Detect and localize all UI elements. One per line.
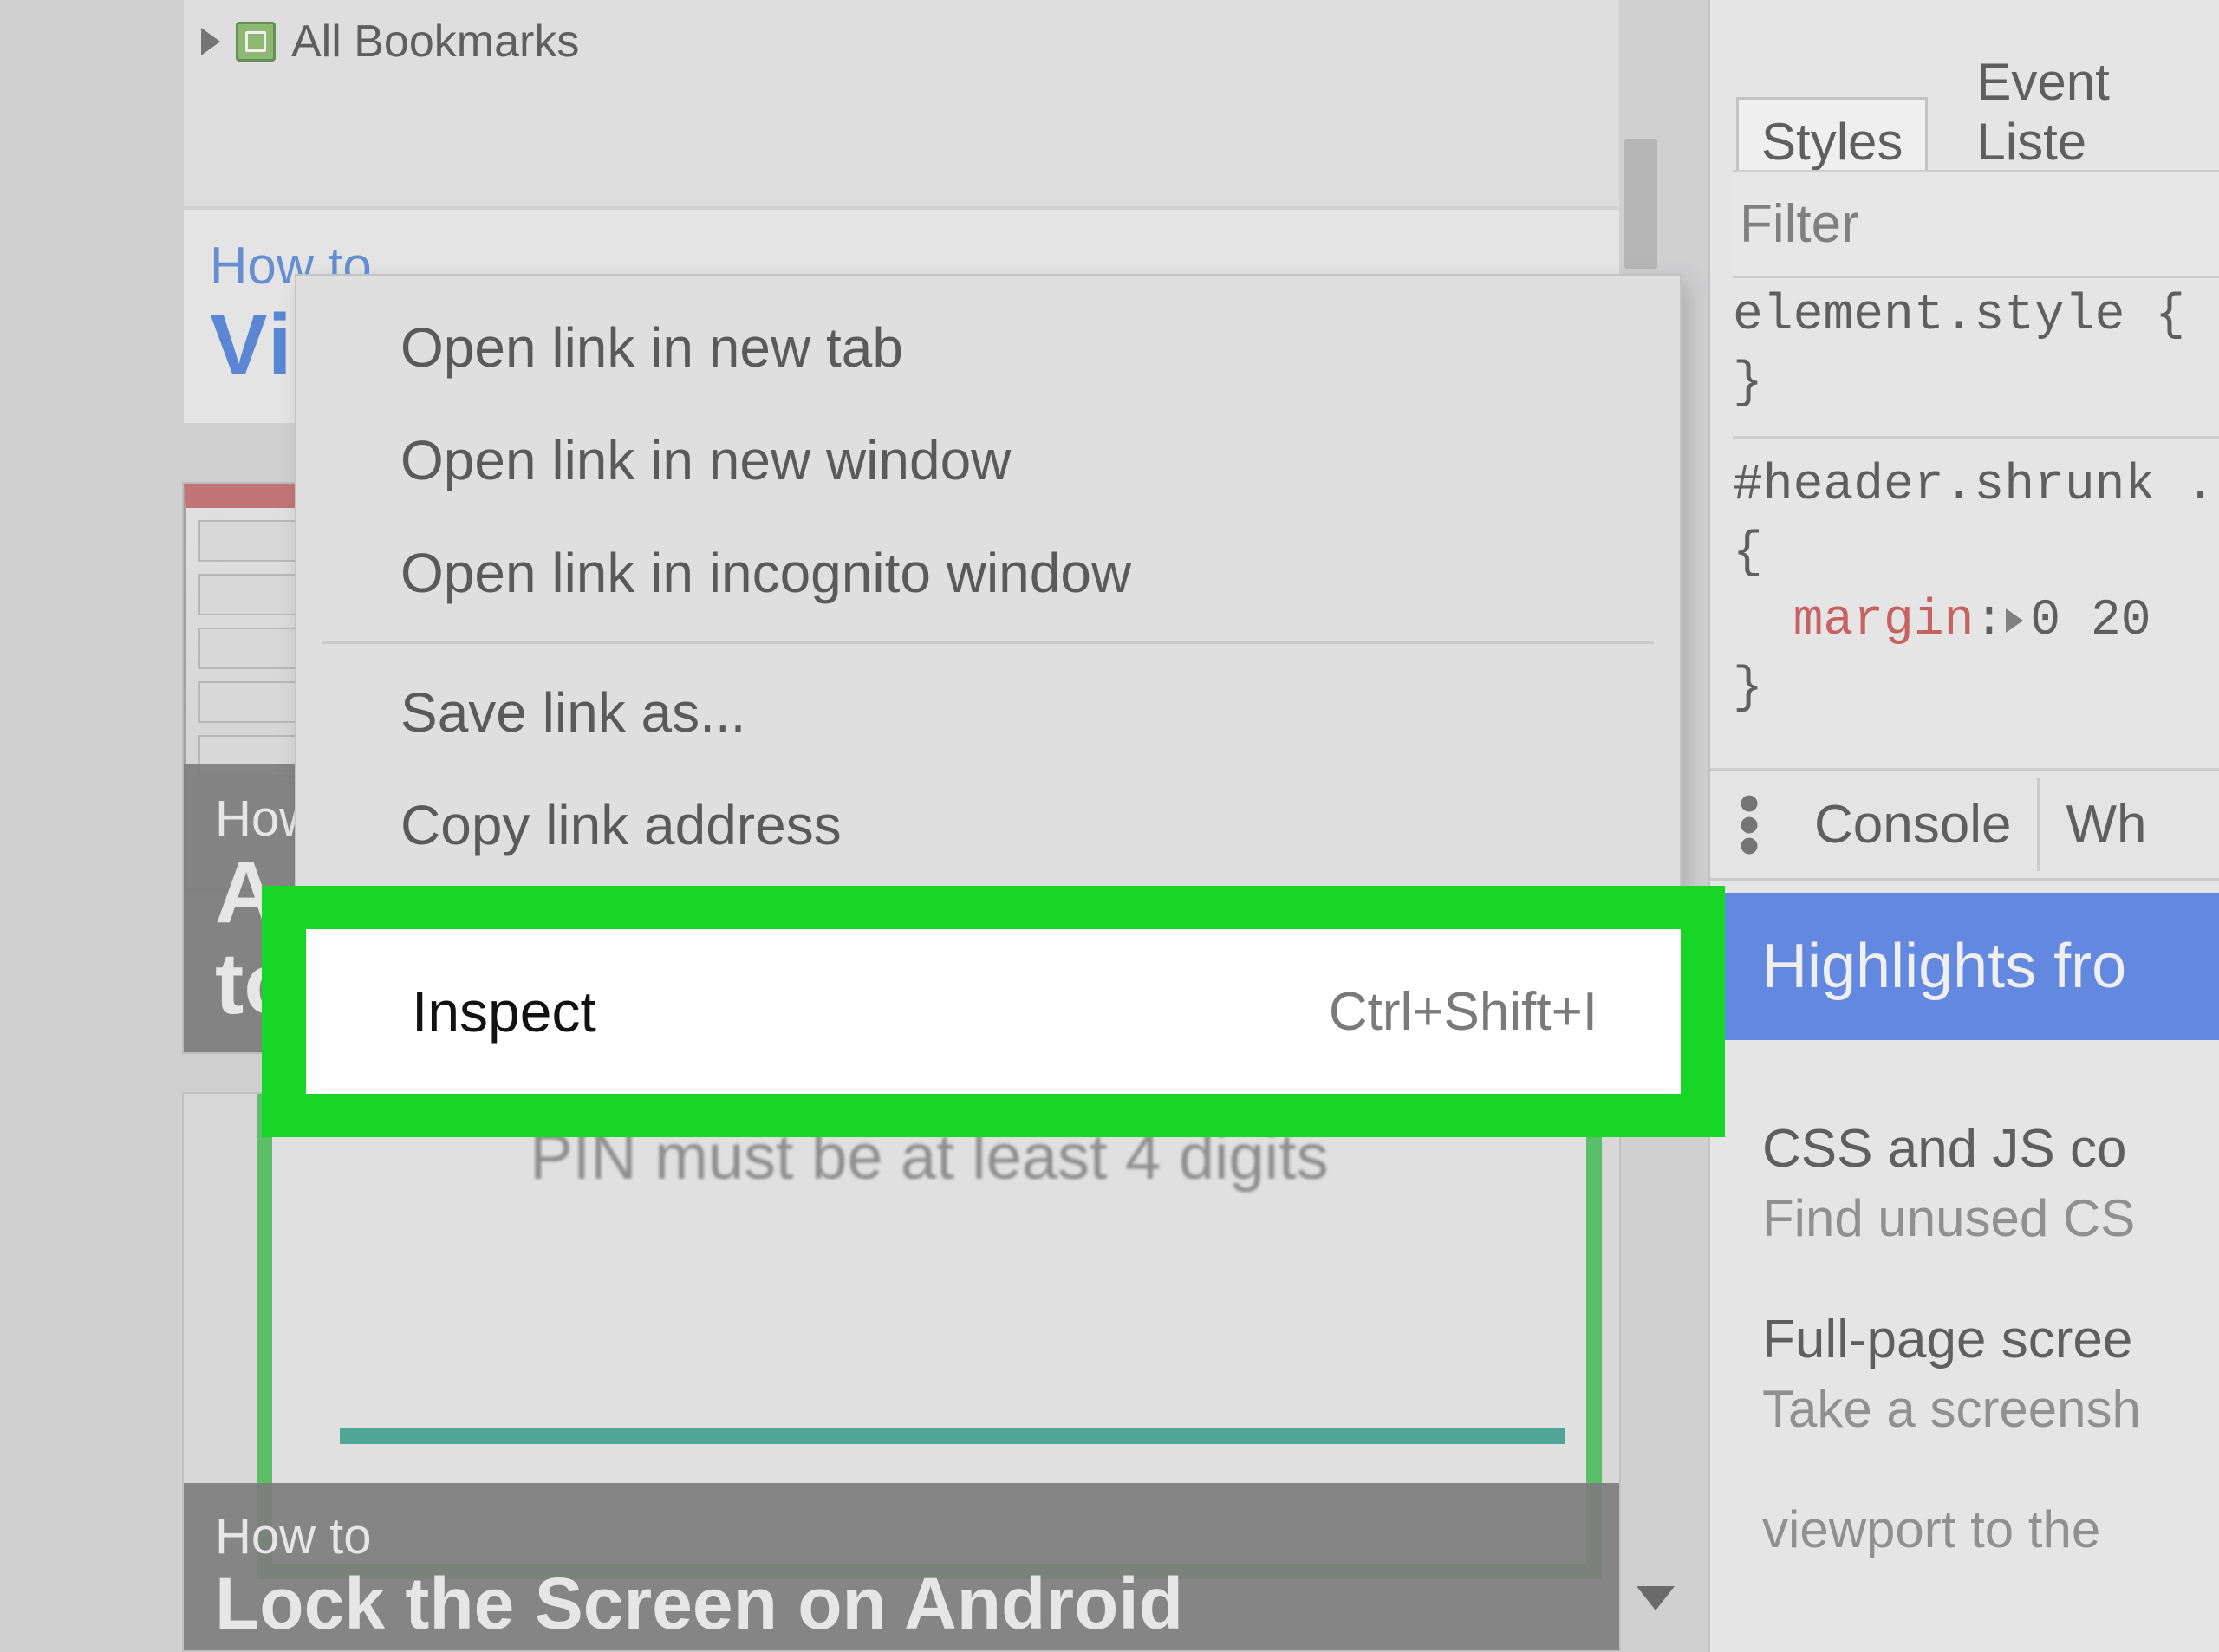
ctx-save-link-as[interactable]: Save link as... [296, 656, 1680, 769]
related-article-2[interactable]: PIN must be at least 4 digits How to Loc… [182, 1092, 1621, 1652]
suggestion-title[interactable]: Full-page scree [1762, 1309, 2219, 1370]
scrollbar-thumb[interactable] [1624, 139, 1657, 269]
ctx-open-new-window[interactable]: Open link in new window [296, 404, 1680, 517]
whats-new-banner: Highlights fro [1710, 893, 2219, 1040]
devtools-panel: Styles Event Liste Filter element.style … [1708, 0, 2219, 1652]
rule-selector: element.style { [1733, 288, 2185, 344]
caption-title: Lock the Screen on Android [215, 1565, 1588, 1642]
ctx-item-label: Open link in incognito window [400, 541, 1131, 605]
suggestion-title[interactable]: CSS and JS co [1762, 1118, 2219, 1180]
chevron-down-icon[interactable] [1637, 1586, 1675, 1610]
devtools-drawer-tabs: ••• Console Wh [1710, 768, 2219, 881]
css-value: 0 20 [2030, 593, 2151, 649]
kebab-menu-icon[interactable]: ••• [1710, 792, 1788, 856]
caption-overline: How to [215, 1507, 1588, 1565]
caret-right-icon [201, 28, 220, 55]
ctx-item-label: Inspect [412, 979, 596, 1044]
whats-new-list: CSS and JS co Find unused CS Full-page s… [1762, 1118, 2219, 1620]
ctx-open-new-tab[interactable]: Open link in new tab [296, 291, 1680, 404]
ctx-item-label: Open link in new window [400, 428, 1011, 492]
underline-bar [340, 1428, 1565, 1444]
devtools-tabs: Styles Event Liste [1736, 40, 2219, 184]
rule-close: } [1733, 355, 1763, 412]
thumbnail-caption: How to Lock the Screen on Android [184, 1483, 1619, 1650]
tab-event-listeners[interactable]: Event Liste [1954, 40, 2219, 184]
ctx-open-incognito[interactable]: Open link in incognito window [296, 517, 1680, 629]
bookmarks-panel: All Bookmarks [182, 0, 1621, 208]
rule-selector: #header.shrunk . [1733, 458, 2216, 514]
bookmarks-label: All Bookmarks [291, 16, 579, 68]
ctx-copy-link-address[interactable]: Copy link address [296, 769, 1680, 881]
rule-open: { [1733, 525, 1763, 582]
ctx-item-label: Open link in new tab [400, 315, 903, 380]
tutorial-highlight: Inspect Ctrl+Shift+I [262, 886, 1725, 1137]
css-property: margin [1793, 593, 1975, 649]
ctx-inspect-highlighted[interactable]: Inspect Ctrl+Shift+I [306, 929, 1681, 1094]
context-menu-separator [322, 641, 1654, 644]
tab-console[interactable]: Console [1788, 778, 2037, 871]
rule-close: } [1733, 660, 1763, 717]
ctx-item-label: Save link as... [400, 680, 745, 745]
bookmarks-row[interactable]: All Bookmarks [201, 16, 579, 68]
suggestion-desc: Take a screensh [1762, 1379, 2219, 1439]
ctx-item-label: Copy link address [400, 793, 842, 857]
ctx-item-shortcut: Ctrl+Shift+I [1329, 981, 1598, 1043]
bookmark-folder-icon [236, 22, 276, 62]
styles-filter-input[interactable]: Filter [1733, 170, 2219, 278]
suggestion-desc: viewport to the [1762, 1499, 2219, 1559]
styles-rules[interactable]: element.style { } #header.shrunk . { marg… [1733, 283, 2219, 724]
suggestion-desc: Find unused CS [1762, 1188, 2219, 1248]
expand-triangle-icon[interactable] [2006, 608, 2023, 633]
tab-whats-new[interactable]: Wh [2037, 778, 2172, 871]
